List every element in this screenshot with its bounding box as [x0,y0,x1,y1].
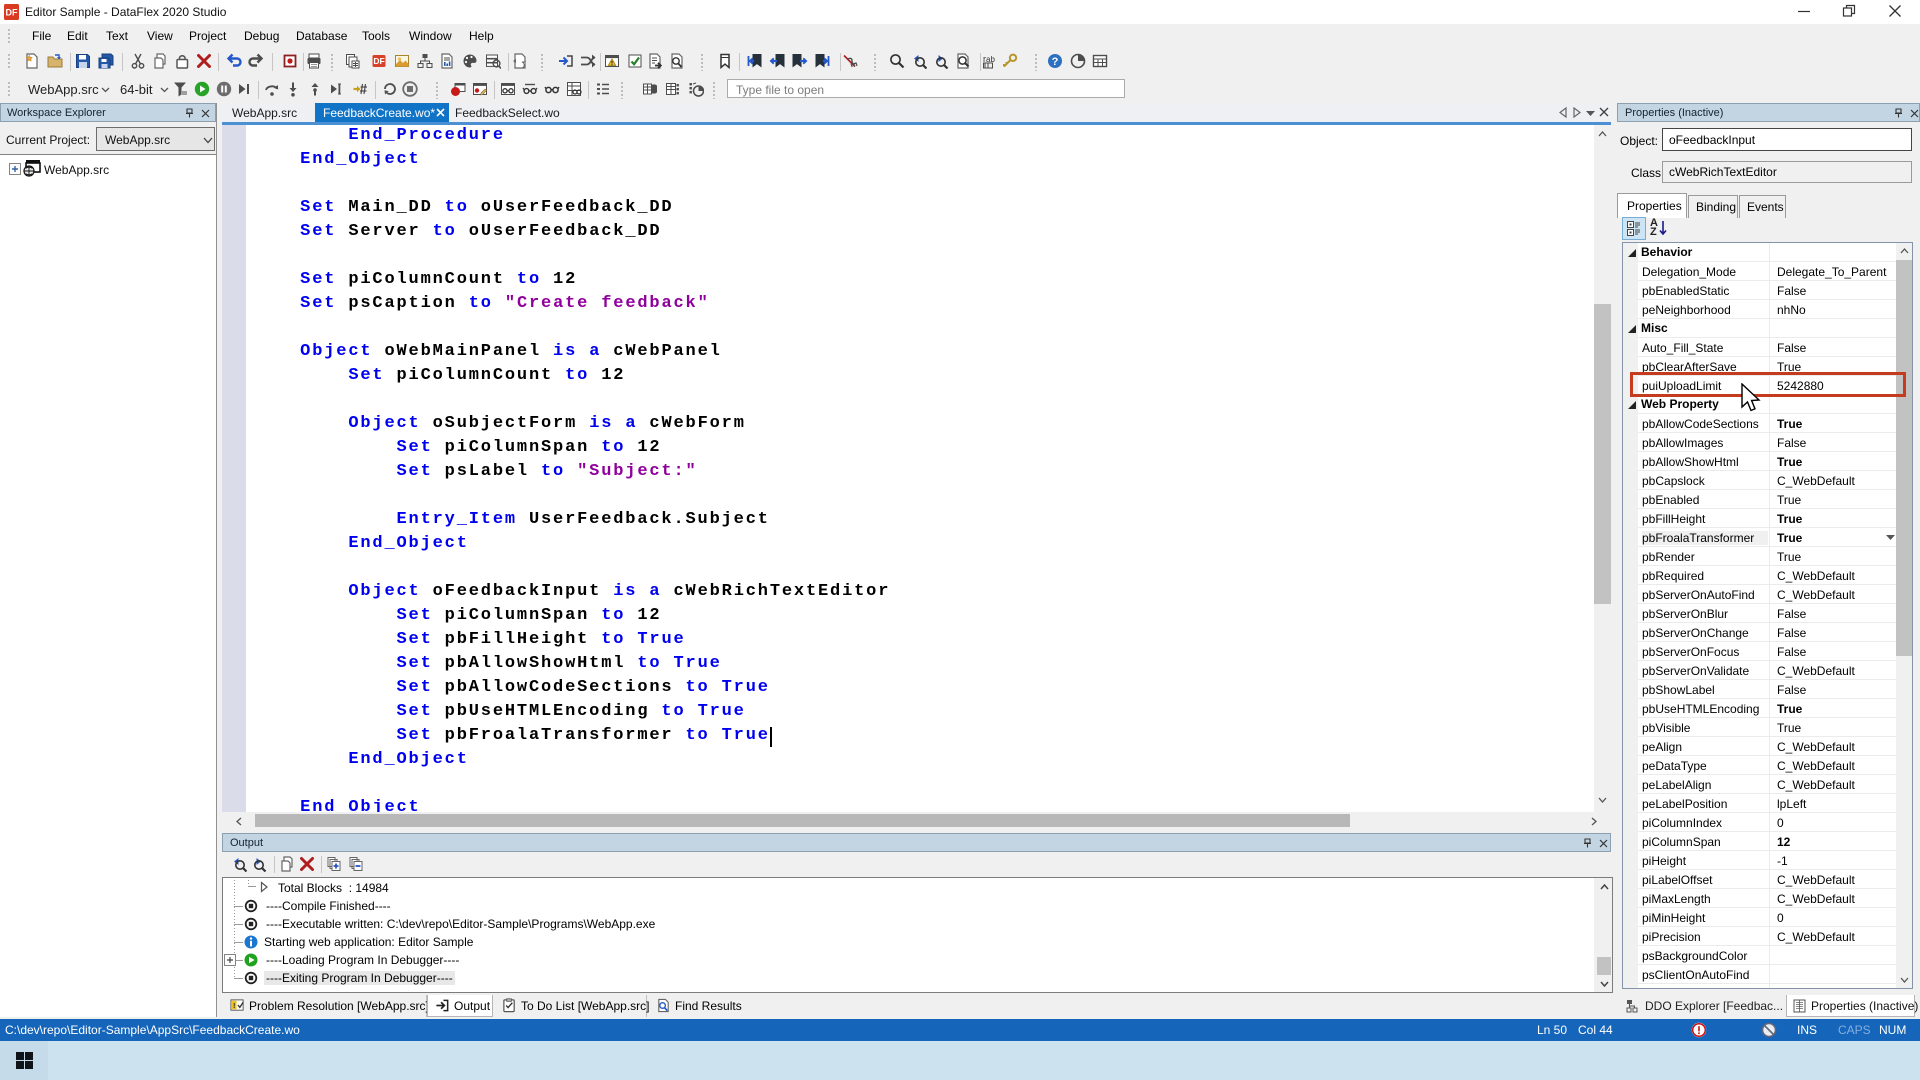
svg-text:DF: DF [373,56,384,66]
svg-text:?: ? [1052,56,1059,68]
svg-text:DF: DF [6,8,18,18]
svg-text:!: ! [233,1001,236,1010]
